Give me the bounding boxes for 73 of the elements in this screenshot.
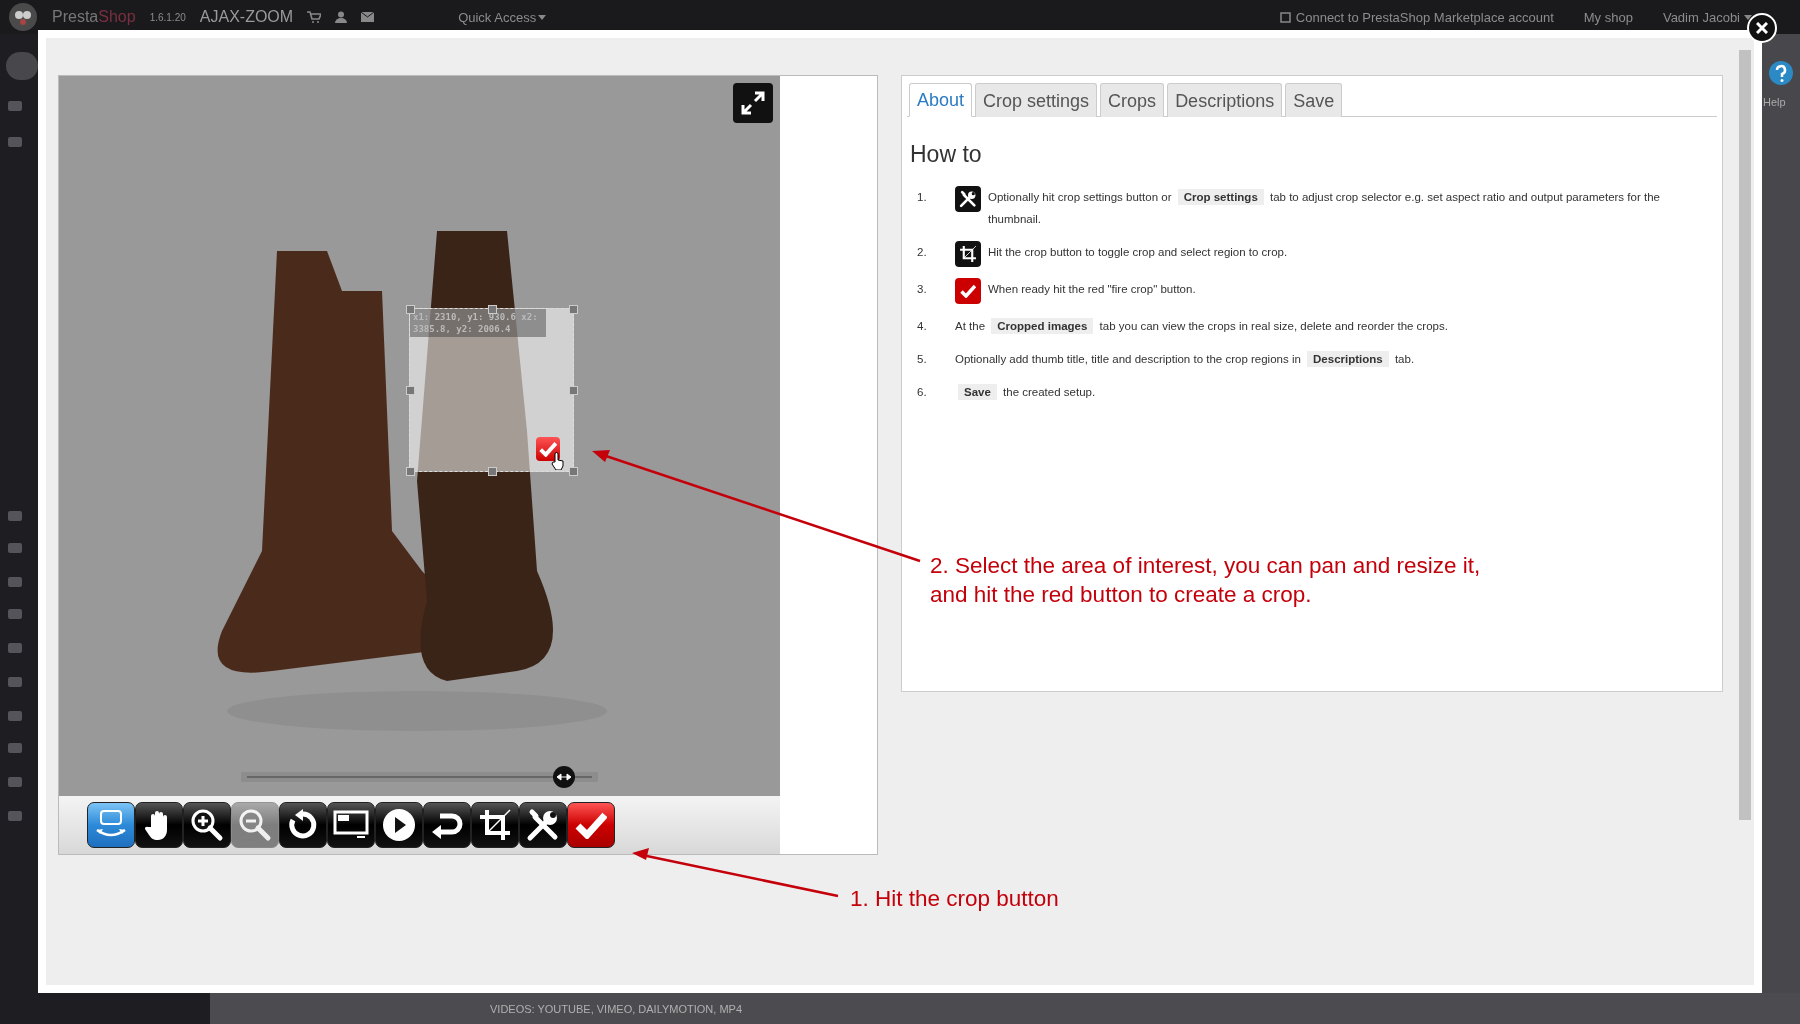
- scrollbar[interactable]: [1739, 50, 1751, 820]
- tab[interactable]: Save: [1285, 83, 1343, 117]
- user-menu[interactable]: Vadim Jacobi: [1662, 9, 1740, 25]
- section-title: How to: [910, 141, 983, 168]
- caret-icon: [1744, 14, 1752, 20]
- step-text: When ready hit the red "fire crop" button.: [988, 282, 1197, 297]
- crop-button[interactable]: [471, 802, 519, 849]
- checkmark-icon: [575, 811, 607, 840]
- play-icon: [382, 808, 416, 843]
- expand-icon: [740, 90, 766, 116]
- crop-icon: [955, 241, 981, 267]
- undo-button[interactable]: [423, 802, 471, 849]
- fire-button[interactable]: [567, 802, 615, 849]
- fire-crop-button[interactable]: [536, 437, 560, 461]
- screen-button[interactable]: [327, 802, 375, 849]
- zoom-in-button[interactable]: [183, 802, 231, 849]
- step-number: 6.: [917, 385, 928, 400]
- arrows-icon: [557, 773, 572, 782]
- pan-button[interactable]: [135, 802, 183, 849]
- hand-cursor-icon: [551, 452, 565, 470]
- help-label[interactable]: Help: [1763, 96, 1786, 108]
- tools-icon: [526, 808, 560, 843]
- checkmark-icon: [955, 278, 981, 304]
- annotation-text: 2. Select the area of interest, you can pan and resize it, and hit the red button to create a crop.: [930, 552, 1482, 609]
- close-icon: [1756, 22, 1768, 34]
- monitor-icon: [333, 810, 369, 841]
- step-text: At the Cropped images tab you can view the crops in real size, delete and reorder the crops.: [955, 317, 1449, 336]
- play-button[interactable]: [375, 802, 423, 849]
- step-text: Optionally hit crop settings button or Crop settings tab to adjust crop selector e.g. set aspect ratio and output parameters for the thumbnail.: [988, 188, 1661, 227]
- zoom-in-icon: [190, 808, 224, 843]
- tools-icon: [955, 186, 981, 212]
- help-icon[interactable]: [1768, 60, 1794, 86]
- tab[interactable]: About: [909, 83, 973, 117]
- logo-icon[interactable]: [8, 2, 38, 32]
- step-number: 2.: [917, 245, 928, 260]
- resize-handle[interactable]: [487, 305, 497, 314]
- step-number: 1.: [917, 190, 928, 205]
- resize-handle[interactable]: [569, 467, 578, 476]
- step-text: Save the created setup.: [955, 381, 1110, 403]
- resize-handle[interactable]: [406, 467, 415, 476]
- brand-name[interactable]: PrestaShop: [52, 8, 136, 26]
- spin-button[interactable]: [87, 802, 135, 849]
- step-number: 5.: [917, 352, 928, 367]
- annotation-text: 1. Hit the crop button: [850, 885, 1059, 913]
- tab[interactable]: Crop settings: [975, 83, 1098, 117]
- step-text: Hit the crop button to toggle crop and select region to crop.: [988, 245, 1289, 260]
- resize-handle[interactable]: [406, 305, 415, 314]
- resize-handle[interactable]: [487, 467, 497, 476]
- checkmark-icon: [539, 441, 557, 457]
- zoom-out-icon: [238, 808, 272, 843]
- reset-button[interactable]: [279, 802, 327, 849]
- version-text: 1.6.1.20: [149, 11, 186, 23]
- cart-icon[interactable]: [307, 11, 322, 23]
- fullscreen-button[interactable]: [733, 83, 773, 123]
- user-icon[interactable]: [335, 11, 348, 23]
- tab[interactable]: Descriptions: [1167, 83, 1283, 117]
- marketplace-link[interactable]: Connect to PrestaShop Marketplace account: [1295, 9, 1554, 25]
- step-number: 4.: [917, 319, 928, 334]
- quick-access-menu[interactable]: Quick Access: [458, 9, 537, 25]
- step-number: 3.: [917, 282, 928, 297]
- resize-handle[interactable]: [569, 305, 578, 314]
- envelope-icon[interactable]: [361, 12, 375, 22]
- resize-handle[interactable]: [569, 386, 578, 395]
- my-shop-link[interactable]: My shop: [1583, 9, 1633, 25]
- tools-button[interactable]: [519, 802, 567, 849]
- tab[interactable]: Crops: [1100, 83, 1165, 117]
- shop-name[interactable]: AJAX-ZOOM: [199, 8, 294, 26]
- section-heading: VIDEOS: YOUTUBE, VIMEO, DAILYMOTION, MP4: [490, 1003, 743, 1015]
- caret-icon: [538, 14, 547, 20]
- slider-thumb[interactable]: [553, 766, 576, 789]
- resize-handle[interactable]: [406, 386, 415, 395]
- crop-icon: [478, 808, 512, 843]
- step-text: Optionally add thumb title, title and description to the crop regions in Descriptions tab.: [955, 350, 1416, 369]
